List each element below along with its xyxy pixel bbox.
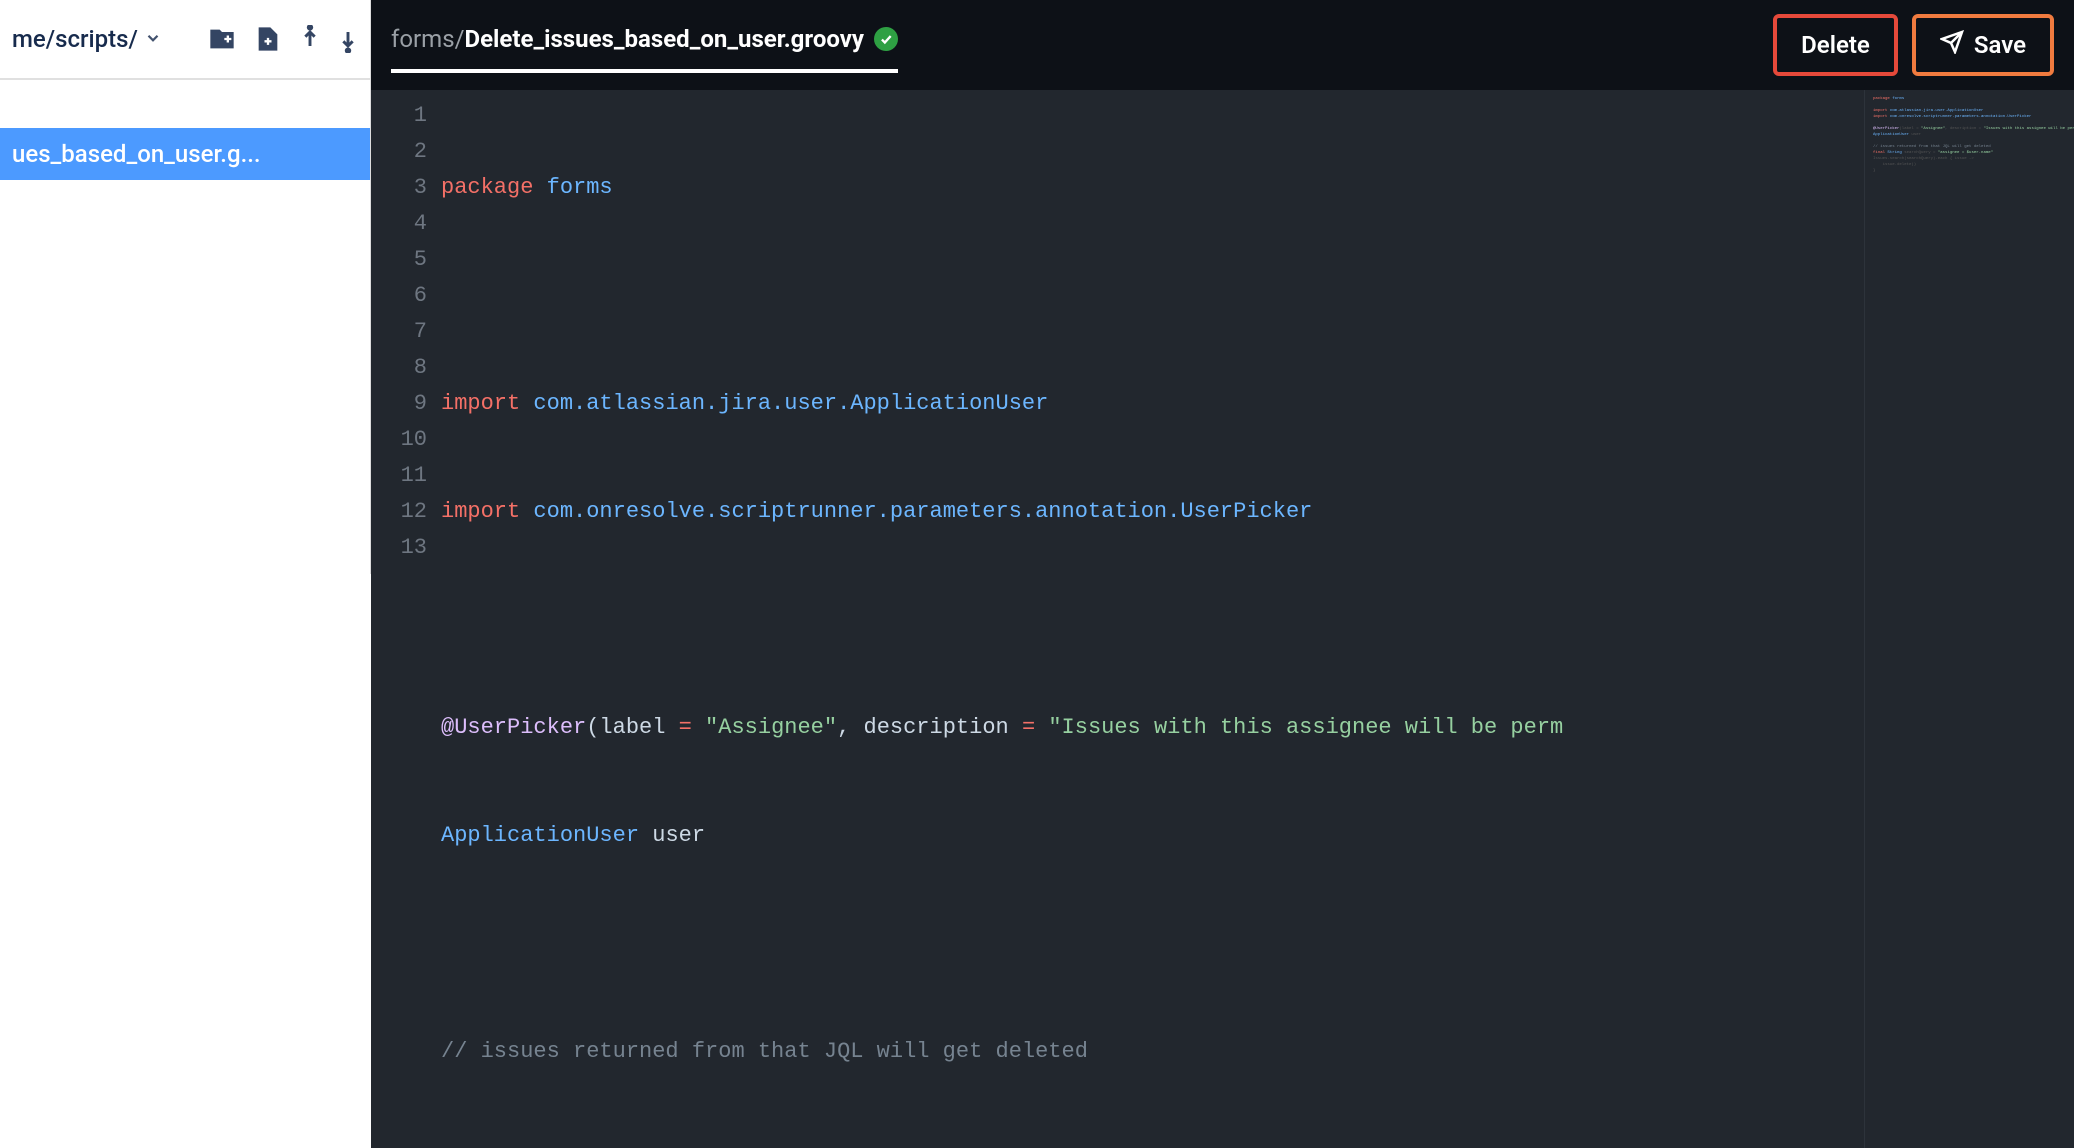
- save-button[interactable]: Save: [1912, 14, 2054, 76]
- line-number: 1: [371, 98, 427, 134]
- line-number: 12: [371, 494, 427, 530]
- code-token: final: [441, 1147, 520, 1148]
- line-number: 6: [371, 278, 427, 314]
- code-token: @UserPicker: [441, 715, 586, 740]
- file-item-selected[interactable]: ues_based_on_user.g...: [0, 128, 370, 180]
- new-folder-icon[interactable]: [208, 25, 236, 53]
- line-number: 9: [371, 386, 427, 422]
- minimap[interactable]: package forms import com.atlassian.jira.…: [1864, 90, 2074, 1148]
- chevron-down-icon: [144, 25, 162, 53]
- code-token: import: [441, 391, 520, 416]
- line-number: 4: [371, 206, 427, 242]
- save-button-label: Save: [1974, 31, 2026, 59]
- code-token: =: [1022, 715, 1035, 740]
- line-number: 10: [371, 422, 427, 458]
- delete-button-label: Delete: [1801, 31, 1870, 59]
- code-token: =: [679, 715, 692, 740]
- line-gutter: 1 2 3 4 5 6 7 8 9 10 11 12 13: [371, 90, 441, 1148]
- code-token: "assignee = $user.name": [784, 1147, 1101, 1148]
- code-token: com.onresolve.scriptrunner.parameters.an…: [520, 499, 1312, 524]
- line-number: 11: [371, 458, 427, 494]
- line-number: 7: [371, 314, 427, 350]
- sidebar-toolbar: me/scripts/: [0, 0, 370, 80]
- line-number: 8: [371, 350, 427, 386]
- code-token: package: [441, 175, 533, 200]
- code-token: import: [441, 499, 520, 524]
- code-token: "Assignee": [692, 715, 837, 740]
- editor-panel: forms/Delete_issues_based_on_user.groovy…: [371, 0, 2074, 574]
- delete-button[interactable]: Delete: [1773, 14, 1898, 76]
- editor-header: forms/Delete_issues_based_on_user.groovy…: [371, 0, 2074, 84]
- code-token: (label: [586, 715, 678, 740]
- tab-path-file: Delete_issues_based_on_user.groovy: [465, 25, 864, 53]
- code-token: searchQuery: [599, 1147, 771, 1148]
- editor-actions: Delete Save: [1773, 14, 2054, 84]
- code-content[interactable]: package forms import com.atlassian.jira.…: [441, 90, 1864, 1148]
- code-editor[interactable]: 1 2 3 4 5 6 7 8 9 10 11 12 13 package fo…: [371, 90, 2074, 1148]
- line-number: 13: [371, 530, 427, 566]
- tab-path-dir: forms/: [391, 25, 465, 53]
- save-icon: [1940, 30, 1964, 60]
- line-number: 3: [371, 170, 427, 206]
- code-token: , description: [837, 715, 1022, 740]
- code-token: forms: [533, 175, 612, 200]
- expand-icon[interactable]: [338, 25, 358, 53]
- sidebar-toolbar-actions: [208, 25, 358, 53]
- code-token: =: [771, 1147, 784, 1148]
- code-token: com.atlassian.jira.user.ApplicationUser: [520, 391, 1048, 416]
- file-sidebar: me/scripts/ ues_based_on_user.g...: [0, 0, 371, 574]
- line-number: 2: [371, 134, 427, 170]
- code-token: "Issues with this assignee will be perm: [1035, 715, 1563, 740]
- new-file-icon[interactable]: [254, 25, 282, 53]
- status-ok-icon: [874, 27, 898, 51]
- breadcrumb[interactable]: me/scripts/: [12, 25, 162, 53]
- code-token: ApplicationUser: [441, 823, 639, 848]
- code-token: user: [639, 823, 705, 848]
- breadcrumb-path: me/scripts/: [12, 25, 138, 53]
- line-number: 5: [371, 242, 427, 278]
- tab-path: forms/Delete_issues_based_on_user.groovy: [391, 25, 864, 53]
- editor-tab[interactable]: forms/Delete_issues_based_on_user.groovy: [391, 25, 898, 73]
- code-token: // issues returned from that JQL will ge…: [441, 1039, 1088, 1064]
- file-list: ues_based_on_user.g...: [0, 80, 370, 574]
- collapse-icon[interactable]: [300, 25, 320, 53]
- code-token: String: [520, 1147, 599, 1148]
